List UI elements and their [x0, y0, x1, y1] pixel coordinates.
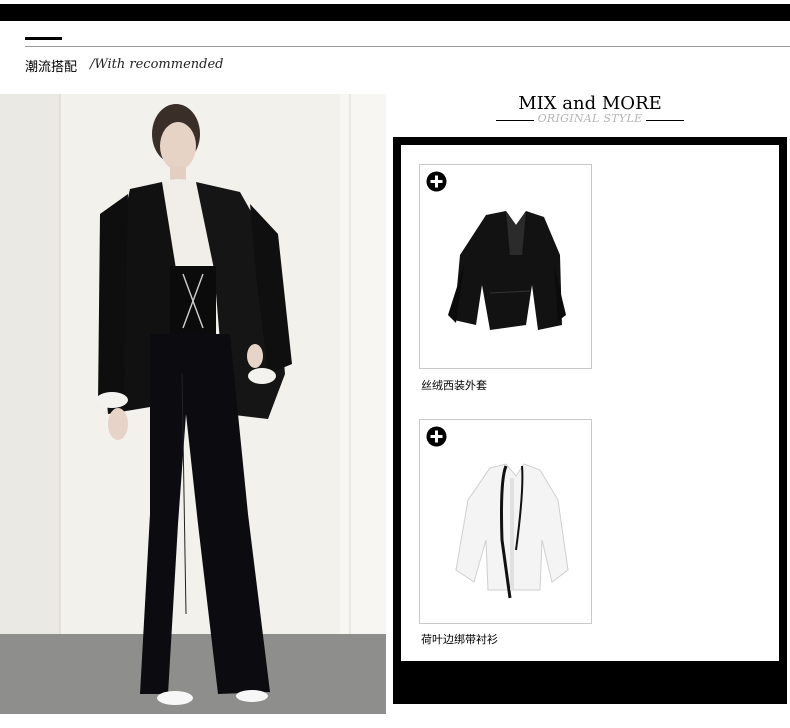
product-name-blouse[interactable]: 荷叶边绑带衬衫 [421, 631, 498, 647]
top-black-bar [0, 4, 790, 21]
section-title: 潮流搭配 [25, 60, 78, 75]
section-subtitle: /With recommended [90, 57, 224, 72]
velvet-jacket-image [448, 211, 566, 330]
ruffle-blouse-image [455, 463, 569, 599]
plus-icon[interactable] [426, 171, 447, 192]
section-accent-line [25, 37, 62, 40]
mix-subtitle-block: ORIGINAL STYLE [496, 112, 684, 128]
subtitle-rule-right [646, 120, 684, 121]
product-card-blouse[interactable] [419, 419, 592, 624]
plus-icon[interactable] [426, 426, 447, 447]
model-photo [0, 94, 386, 714]
mix-subtitle: ORIGINAL STYLE [537, 112, 643, 125]
mix-and-more-title: MIX and MORE [518, 93, 662, 114]
product-card-jacket[interactable] [419, 164, 592, 369]
section-divider [25, 46, 790, 47]
product-name-jacket[interactable]: 丝绒西装外套 [421, 377, 487, 393]
